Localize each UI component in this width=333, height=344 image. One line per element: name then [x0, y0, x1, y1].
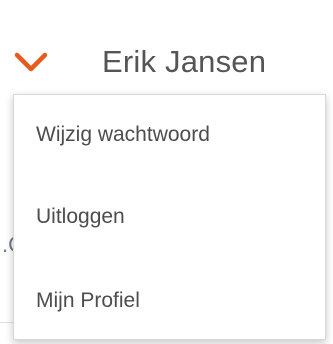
menu-item-my-profile[interactable]: Mijn Profiel [14, 273, 325, 329]
user-name: Erik Jansen [102, 44, 267, 79]
menu-item-logout[interactable]: Uitloggen [14, 189, 325, 245]
menu-item-change-password[interactable]: Wijzig wachtwoord [14, 107, 325, 163]
user-dropdown-menu: Wijzig wachtwoord Uitloggen Mijn Profiel [13, 94, 326, 340]
chevron-down-icon [14, 52, 48, 72]
user-menu-toggle[interactable]: Erik Jansen [14, 34, 266, 90]
background-divider [0, 322, 14, 323]
